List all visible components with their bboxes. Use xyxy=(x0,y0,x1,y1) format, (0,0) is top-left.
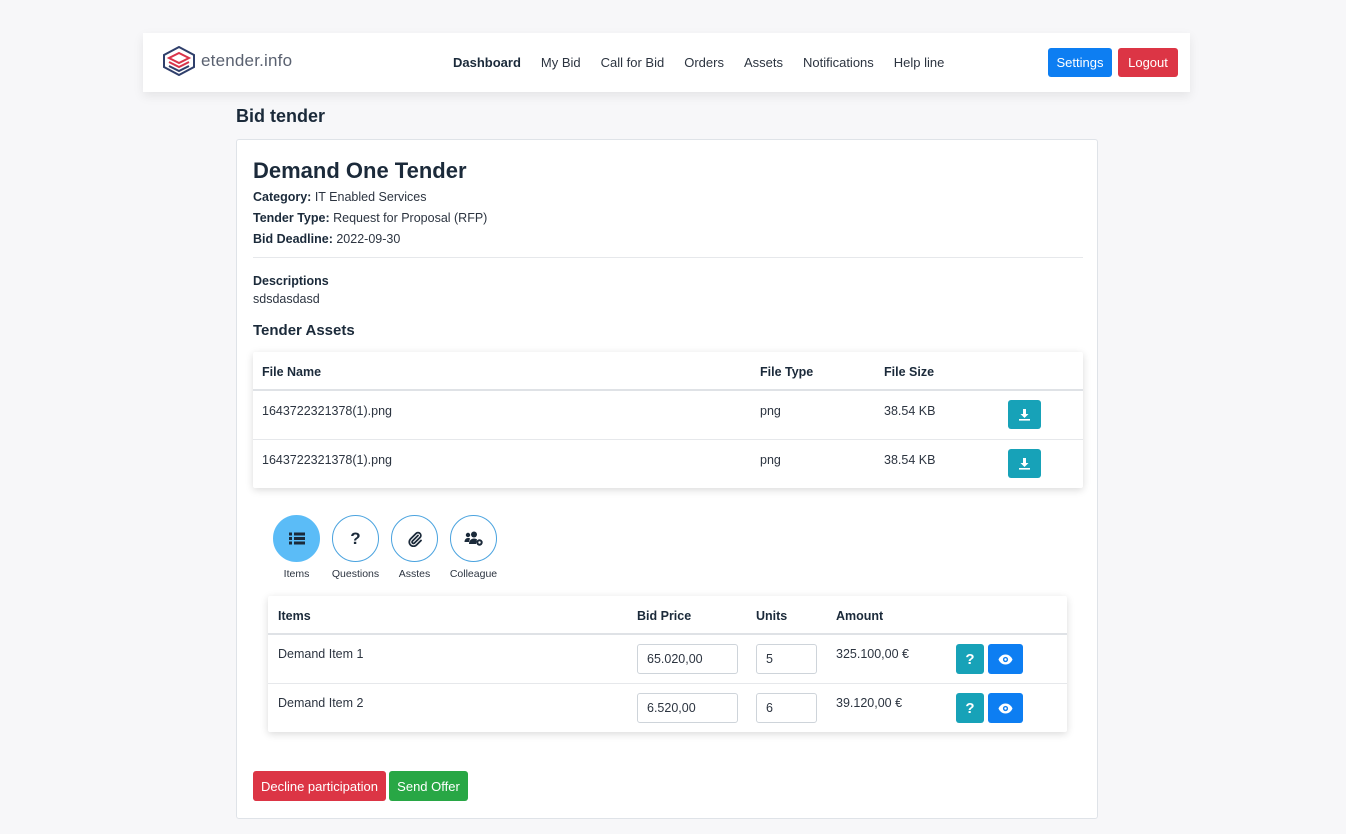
tab-label: Asstes xyxy=(398,568,431,580)
bid-price-input[interactable] xyxy=(637,693,738,723)
tender-type-label: Tender Type: xyxy=(253,211,330,225)
file-name: 1643722321378(1).png xyxy=(262,453,392,467)
nav-dashboard[interactable]: Dashboard xyxy=(453,55,521,70)
nav-orders[interactable]: Orders xyxy=(684,55,724,70)
users-cog-icon xyxy=(450,515,497,562)
assets-table: File Name File Type File Size 1643722321… xyxy=(253,352,1083,488)
nav-my-bid[interactable]: My Bid xyxy=(541,55,581,70)
item-question-button[interactable]: ? xyxy=(956,644,984,674)
send-offer-button[interactable]: Send Offer xyxy=(389,771,468,801)
items-table: Items Bid Price Units Amount Demand Item… xyxy=(268,596,1067,732)
item-amount: 325.100,00 € xyxy=(836,647,909,661)
file-type: png xyxy=(760,404,781,418)
item-amount: 39.120,00 € xyxy=(836,696,903,710)
download-icon xyxy=(1019,458,1030,470)
header-divider xyxy=(253,389,1083,391)
units-input[interactable] xyxy=(756,644,817,674)
eye-icon xyxy=(998,703,1013,713)
tab-questions[interactable]: ? Questions xyxy=(326,515,385,580)
nav-help-line[interactable]: Help line xyxy=(894,55,945,70)
logo[interactable]: etender.info xyxy=(163,46,292,76)
decline-participation-button[interactable]: Decline participation xyxy=(253,771,386,801)
question-icon: ? xyxy=(332,515,379,562)
item-question-button[interactable]: ? xyxy=(956,693,984,723)
col-file-name: File Name xyxy=(262,365,322,379)
nav-notifications[interactable]: Notifications xyxy=(803,55,874,70)
settings-button[interactable]: Settings xyxy=(1048,48,1112,77)
tender-type-row: Tender Type: Request for Proposal (RFP) xyxy=(253,211,487,225)
file-type: png xyxy=(760,453,781,467)
tab-label: Items xyxy=(283,568,310,580)
row-divider xyxy=(253,439,1083,440)
download-button[interactable] xyxy=(1008,400,1041,429)
tab-label: Questions xyxy=(331,568,380,580)
eye-icon xyxy=(998,654,1013,664)
units-input[interactable] xyxy=(756,693,817,723)
col-amount: Amount xyxy=(836,609,884,623)
view-item-button[interactable] xyxy=(988,644,1023,674)
tender-type-value: Request for Proposal (RFP) xyxy=(333,211,488,225)
item-name: Demand Item 2 xyxy=(278,696,364,710)
tender-card: Demand One Tender Category: IT Enabled S… xyxy=(236,139,1098,819)
logo-icon xyxy=(163,46,195,76)
nav-assets[interactable]: Assets xyxy=(744,55,783,70)
paperclip-icon xyxy=(391,515,438,562)
deadline-value: 2022-09-30 xyxy=(336,232,401,246)
logout-button[interactable]: Logout xyxy=(1118,48,1178,77)
bid-tabs: Items ? Questions Asstes Colleague xyxy=(267,515,503,580)
file-size: 38.54 KB xyxy=(884,404,936,418)
deadline-row: Bid Deadline: 2022-09-30 xyxy=(253,232,400,246)
deadline-label: Bid Deadline: xyxy=(253,232,333,246)
col-file-size: File Size xyxy=(884,365,935,379)
top-navbar: etender.info Dashboard My Bid Call for B… xyxy=(143,33,1190,92)
row-divider xyxy=(268,683,1067,684)
main-nav: Dashboard My Bid Call for Bid Orders Ass… xyxy=(453,33,964,92)
download-icon xyxy=(1019,409,1030,421)
divider xyxy=(253,257,1083,258)
file-name: 1643722321378(1).png xyxy=(262,404,392,418)
col-bid-price: Bid Price xyxy=(637,609,692,623)
view-item-button[interactable] xyxy=(988,693,1023,723)
tab-assets[interactable]: Asstes xyxy=(385,515,444,580)
category-label: Category: xyxy=(253,190,312,204)
bid-price-input[interactable] xyxy=(637,644,738,674)
tender-assets-title: Tender Assets xyxy=(253,322,355,339)
col-units: Units xyxy=(756,609,788,623)
file-size: 38.54 KB xyxy=(884,453,936,467)
category-row: Category: IT Enabled Services xyxy=(253,190,426,204)
nav-call-for-bid[interactable]: Call for Bid xyxy=(601,55,665,70)
tab-label: Colleague xyxy=(449,568,498,580)
download-button[interactable] xyxy=(1008,449,1041,478)
tender-title: Demand One Tender xyxy=(253,158,467,183)
header-divider xyxy=(268,633,1067,635)
category-value: IT Enabled Services xyxy=(314,190,427,204)
list-icon xyxy=(273,515,320,562)
descriptions-label: Descriptions xyxy=(253,274,329,288)
tab-items[interactable]: Items xyxy=(267,515,326,580)
logo-text: etender.info xyxy=(201,51,293,70)
question-icon: ? xyxy=(965,699,975,717)
descriptions-value: sdsdasdasd xyxy=(253,292,320,306)
col-items: Items xyxy=(278,609,311,623)
page-title: Bid tender xyxy=(236,106,326,126)
tab-colleague[interactable]: Colleague xyxy=(444,515,503,580)
question-icon: ? xyxy=(965,650,975,668)
col-file-type: File Type xyxy=(760,365,814,379)
item-name: Demand Item 1 xyxy=(278,647,364,661)
